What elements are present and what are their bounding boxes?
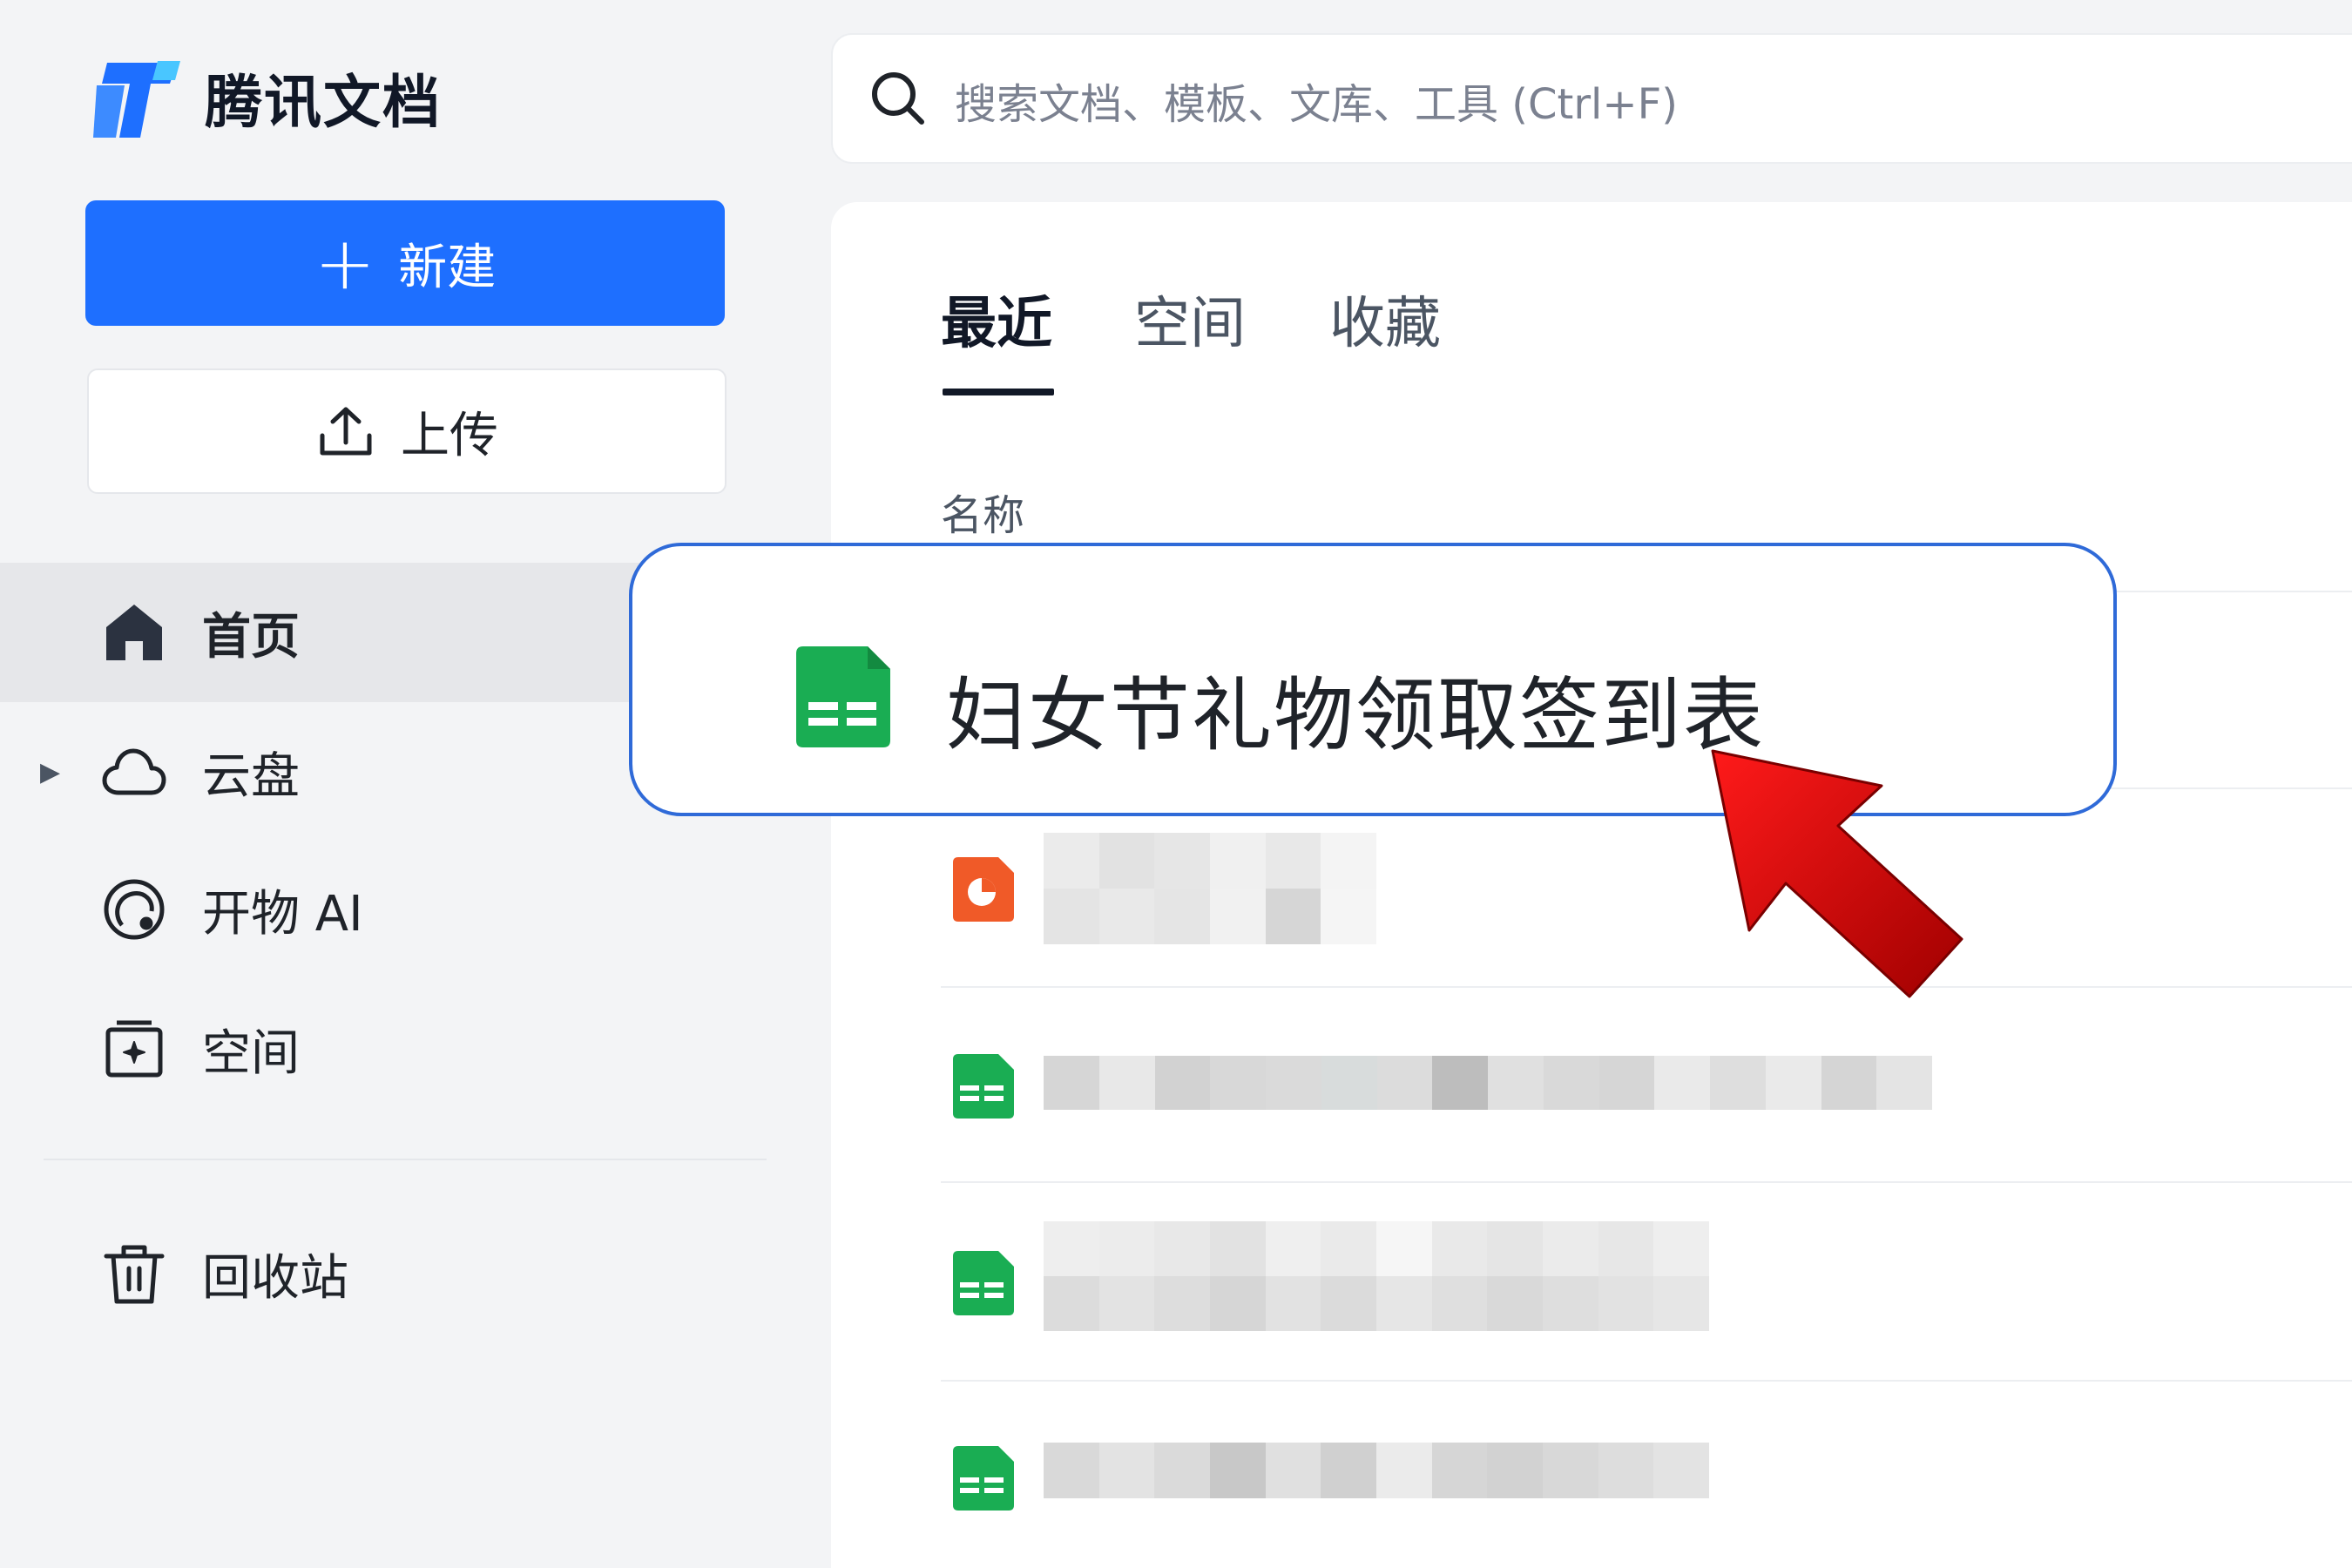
app-window: 腾讯文档 + 新建 上传 首页 ▶ 云盘 开物 AI 空间 回收站 搜索文档、模…	[0, 0, 2352, 1568]
blurred-file-name	[1044, 1221, 1710, 1331]
sheet-file-icon	[953, 1054, 1014, 1119]
tencent-docs-logo-icon	[93, 61, 180, 138]
search-bar[interactable]: 搜索文档、模板、文库、工具 (Ctrl+F)	[831, 33, 2352, 164]
sidebar-item-trash[interactable]: 回收站	[0, 1204, 828, 1343]
cloud-icon	[101, 739, 167, 805]
blurred-file-name	[1044, 1056, 1932, 1110]
new-button-label: 新建	[398, 239, 497, 296]
expand-caret-icon[interactable]: ▶	[40, 757, 60, 787]
active-tab-indicator	[943, 389, 1054, 395]
trash-icon	[101, 1240, 167, 1307]
sidebar-item-label: 首页	[202, 608, 300, 666]
tab-recent[interactable]: 最近	[941, 279, 1052, 359]
search-icon	[872, 72, 924, 125]
row-divider	[941, 986, 2352, 988]
ai-icon	[101, 876, 167, 943]
sidebar-item-label: 空间	[202, 1024, 300, 1082]
file-title: 妇女节礼物领取签到表	[946, 669, 1766, 762]
app-name: 腾讯文档	[205, 69, 442, 136]
sheet-file-icon	[796, 646, 890, 747]
row-divider	[941, 1181, 2352, 1183]
space-icon	[101, 1016, 167, 1082]
upload-button[interactable]: 上传	[87, 368, 727, 494]
search-placeholder: 搜索文档、模板、文库、工具 (Ctrl+F)	[955, 80, 1678, 129]
sidebar-item-label: 回收站	[202, 1249, 348, 1307]
sidebar-item-label: 开物 AI	[202, 885, 363, 943]
tab-favorites[interactable]: 收藏	[1329, 279, 1441, 359]
app-logo[interactable]: 腾讯文档	[90, 54, 442, 141]
sidebar-item-space[interactable]: 空间	[0, 979, 828, 1119]
sidebar-item-label: 云盘	[202, 747, 300, 805]
upload-button-label: 上传	[401, 407, 498, 464]
upload-icon	[320, 407, 372, 456]
sidebar-divider	[44, 1159, 767, 1160]
tab-space[interactable]: 空间	[1134, 279, 1246, 359]
slides-file-icon	[953, 857, 1014, 922]
column-header-name: 名称	[941, 491, 1025, 540]
pointer-arrow-icon	[1711, 749, 1963, 998]
blurred-file-name	[1044, 1443, 1710, 1498]
sheet-file-icon	[953, 1446, 1014, 1511]
blurred-file-name	[1044, 833, 1377, 944]
sheet-file-icon	[953, 1251, 1014, 1315]
home-icon	[101, 599, 167, 666]
row-divider	[941, 1380, 2352, 1382]
new-button[interactable]: + 新建	[85, 200, 725, 326]
sidebar-item-ai[interactable]: 开物 AI	[0, 840, 828, 979]
plus-icon: +	[314, 220, 376, 306]
